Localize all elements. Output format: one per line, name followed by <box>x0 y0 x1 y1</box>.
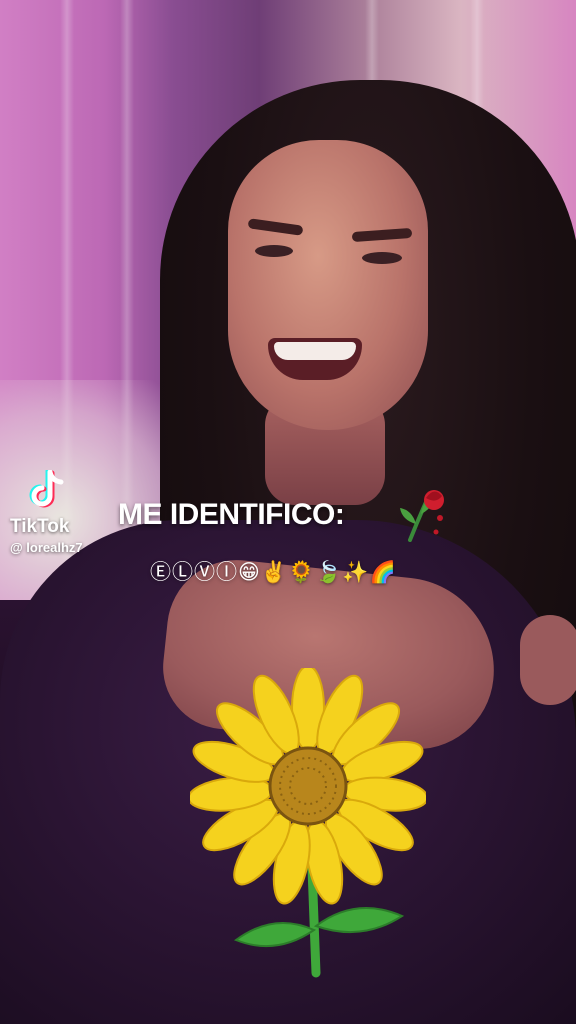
video-frame: TikTok @ lorealhz7 ME IDENTIFICO: ⒺⓁⓋⒾ😁✌… <box>0 0 576 1024</box>
person-hand <box>520 615 576 705</box>
eye <box>255 245 293 257</box>
caption-title: ME IDENTIFICO: <box>118 498 345 531</box>
tiktok-logo-icon <box>29 470 64 508</box>
tiktok-wordmark: TikTok <box>10 516 70 537</box>
sunflower-icon <box>190 668 426 978</box>
person-face <box>228 140 428 430</box>
teeth <box>274 342 356 360</box>
eye <box>362 252 402 264</box>
wilted-rose-icon <box>400 490 444 542</box>
tiktok-username: @ lorealhz7 <box>10 540 83 555</box>
caption-subtitle: ⒺⓁⓋⒾ😁✌️🌻🍃✨🌈 <box>150 560 397 584</box>
